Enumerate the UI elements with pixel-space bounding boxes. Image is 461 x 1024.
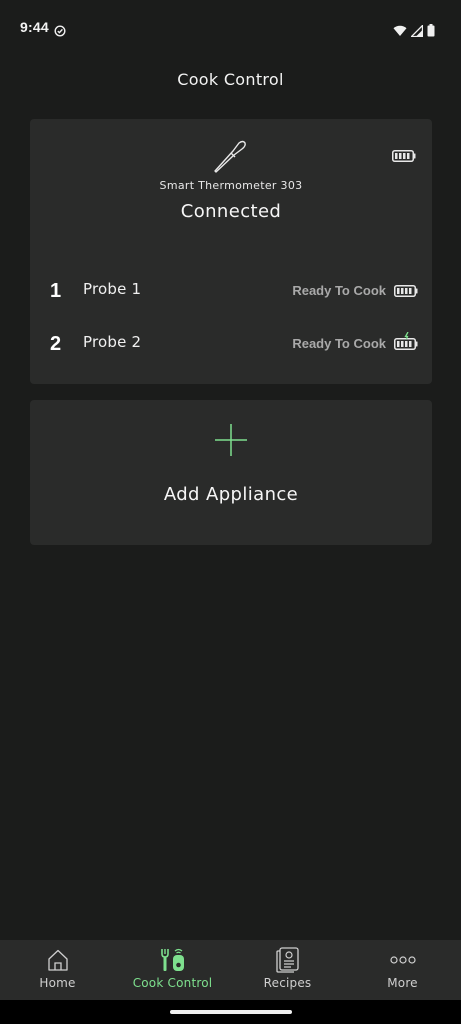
- device-card[interactable]: Smart Thermometer 303 Connected 1 Probe …: [30, 119, 432, 384]
- battery-full-icon: [392, 147, 416, 166]
- nav-item-home[interactable]: Home: [0, 940, 115, 1000]
- device-status: Connected: [180, 201, 282, 222]
- probe-number: 2: [50, 333, 62, 355]
- battery-icon: [427, 22, 435, 41]
- cook-control-screen: 9:44 Cook Control Smart Thermometer 303 …: [0, 0, 461, 1024]
- bottom-nav: Home Cook Control Recipes More: [0, 940, 461, 1000]
- recipes-icon: [230, 947, 345, 973]
- nav-item-recipes[interactable]: Recipes: [230, 940, 345, 1000]
- plus-icon: [214, 423, 248, 461]
- probe-number: 1: [50, 280, 62, 302]
- battery-charging-icon: [394, 331, 418, 354]
- probe-name: Probe 1: [83, 280, 142, 298]
- signal-icon: [409, 22, 424, 41]
- cook-control-icon: [115, 947, 230, 973]
- nav-item-more[interactable]: More: [345, 940, 460, 1000]
- wifi-icon: [393, 22, 407, 41]
- add-appliance-button[interactable]: Add Appliance: [30, 400, 432, 545]
- battery-full-icon: [394, 282, 418, 301]
- probe-name: Probe 2: [83, 333, 142, 351]
- more-icon: [345, 947, 460, 973]
- status-icons: [393, 22, 435, 41]
- status-time: 9:44: [20, 19, 49, 35]
- home-indicator[interactable]: [170, 1010, 292, 1014]
- nav-label: Recipes: [263, 976, 312, 990]
- device-name: Smart Thermometer 303: [159, 179, 303, 192]
- nav-item-cook-control[interactable]: Cook Control: [115, 940, 230, 1000]
- status-bar: 9:44: [0, 0, 461, 58]
- home-icon: [0, 947, 115, 973]
- nav-label: Home: [39, 976, 76, 990]
- probe-row[interactable]: 1 Probe 1 Ready To Cook: [30, 276, 432, 306]
- add-appliance-label: Add Appliance: [163, 484, 299, 505]
- nav-label: More: [387, 976, 418, 990]
- check-circle-icon: [54, 22, 66, 41]
- nav-label: Cook Control: [132, 976, 213, 990]
- probe-status: Ready To Cook: [292, 336, 386, 351]
- page-title: Cook Control: [177, 70, 284, 89]
- thermometer-probe-icon: [213, 139, 249, 177]
- probe-row[interactable]: 2 Probe 2 Ready To Cook: [30, 329, 432, 359]
- probe-status: Ready To Cook: [292, 283, 386, 298]
